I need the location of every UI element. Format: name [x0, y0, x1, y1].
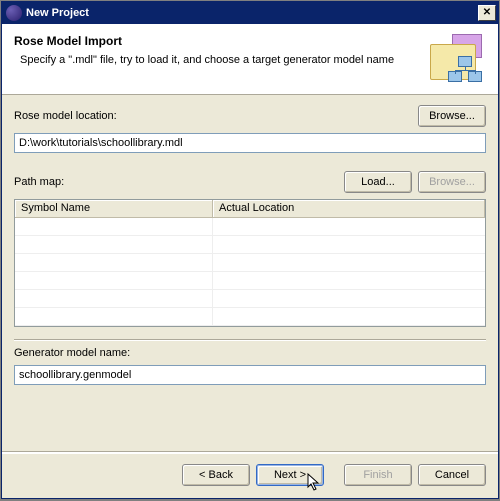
table-row[interactable]	[15, 290, 485, 308]
page-title: Rose Model Import	[14, 34, 422, 48]
back-button[interactable]: < Back	[182, 464, 250, 486]
separator	[14, 339, 486, 341]
path-map-label: Path map:	[14, 176, 64, 188]
generator-name-input[interactable]	[14, 365, 486, 385]
wizard-footer: < Back Next > Finish Cancel	[2, 453, 498, 498]
browse-button[interactable]: Browse...	[418, 105, 486, 127]
wizard-banner-icon	[430, 34, 486, 86]
wizard-header: Rose Model Import Specify a ".mdl" file,…	[2, 24, 498, 95]
finish-button: Finish	[344, 464, 412, 486]
eclipse-icon	[6, 5, 22, 21]
load-button[interactable]: Load...	[344, 171, 412, 193]
window-title: New Project	[26, 7, 478, 19]
dialog-window: New Project ✕ Rose Model Import Specify …	[1, 1, 499, 499]
table-row[interactable]	[15, 218, 485, 236]
next-button[interactable]: Next >	[256, 464, 324, 486]
path-map-table[interactable]: Symbol Name Actual Location	[14, 199, 486, 327]
table-row[interactable]	[15, 236, 485, 254]
close-icon[interactable]: ✕	[478, 5, 496, 21]
rose-location-input[interactable]	[14, 133, 486, 153]
cancel-button[interactable]: Cancel	[418, 464, 486, 486]
wizard-body: Rose model location: Browse... Path map:…	[2, 95, 498, 451]
table-row[interactable]	[15, 308, 485, 326]
column-actual-location[interactable]: Actual Location	[213, 200, 485, 218]
table-row[interactable]	[15, 272, 485, 290]
rose-location-label: Rose model location:	[14, 110, 117, 122]
column-symbol-name[interactable]: Symbol Name	[15, 200, 213, 218]
titlebar[interactable]: New Project ✕	[2, 2, 498, 24]
page-subtitle: Specify a ".mdl" file, try to load it, a…	[14, 54, 422, 66]
generator-name-label: Generator model name:	[14, 347, 130, 359]
browse-path-button: Browse...	[418, 171, 486, 193]
path-map-rows	[15, 218, 485, 326]
table-row[interactable]	[15, 254, 485, 272]
